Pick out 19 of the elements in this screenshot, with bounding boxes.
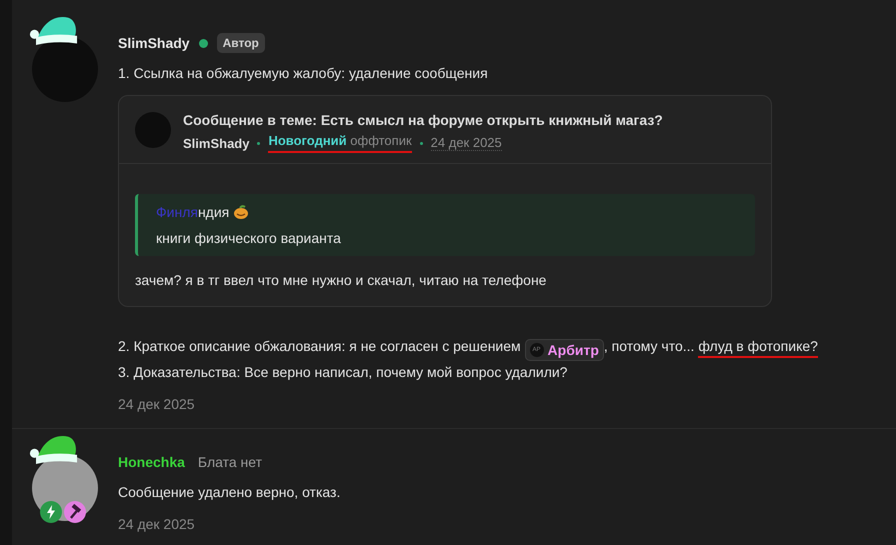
- username-link[interactable]: Honechka: [118, 454, 185, 470]
- separator-dot: [257, 142, 260, 144]
- forum-link[interactable]: Новогодний оффтопик: [268, 133, 412, 153]
- author-badge: Автор: [216, 33, 265, 53]
- quote-text: книги физического варианта: [156, 229, 342, 248]
- username-link[interactable]: SlimShady: [183, 136, 250, 150]
- username-link[interactable]: SlimShady: [118, 35, 190, 51]
- message-text: Сообщение удалено верно, отказ.: [118, 483, 342, 502]
- message-text: зачем? я в тг ввел что мне нужно и скачал, читаю на телефоне: [135, 271, 548, 290]
- post-date: 24 дек 2025: [430, 135, 502, 151]
- quote-author-name: Финляндия: [156, 203, 230, 222]
- message-text: 3. Доказательства: Все верно написал, почему мой вопрос удалили?: [118, 363, 568, 382]
- user-status-text: Блата нет: [198, 454, 262, 470]
- message-text: 1. Ссылка на обжалуемую жалобу: удаление сообщения: [118, 64, 489, 83]
- separator-dot: [420, 142, 423, 144]
- post-date: 24 дек 2025: [118, 515, 196, 534]
- thread-title-link[interactable]: Сообщение в теме: Есть смысл на форуме открыть книжный магаз?: [183, 110, 663, 130]
- pumpkin-emoji-icon: [233, 204, 250, 220]
- post-date: 24 дек 2025: [118, 395, 196, 414]
